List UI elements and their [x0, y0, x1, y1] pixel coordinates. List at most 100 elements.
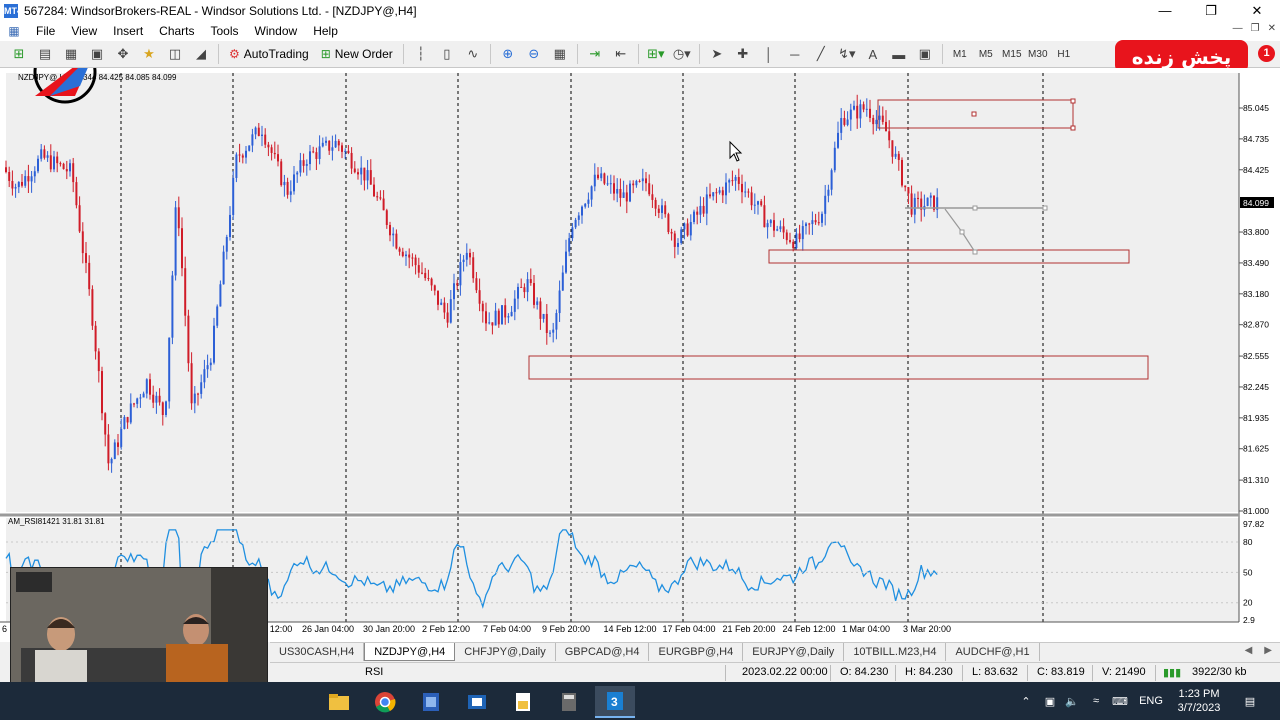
metatrader-icon[interactable]: 3 — [595, 686, 635, 718]
new-order-button[interactable]: ⊞ New Order — [317, 43, 397, 65]
autotrading-button[interactable]: ⚙ AutoTrading — [225, 43, 313, 65]
tab-eurjpy[interactable]: EURJPY@,Daily — [743, 643, 845, 661]
candle-body — [481, 303, 484, 312]
candle-body — [757, 201, 759, 205]
outlook-icon[interactable] — [457, 686, 497, 718]
tray-clock[interactable]: 1:23 PM 3/7/2023 — [1168, 682, 1230, 720]
shapes-icon[interactable]: ↯▾ — [836, 43, 858, 65]
minimize-icon[interactable]: — — [1142, 0, 1188, 21]
menu-charts[interactable]: Charts — [151, 21, 202, 41]
strategy-tester-icon[interactable]: ◢ — [190, 43, 212, 65]
autoscroll-icon[interactable]: ⇥ — [584, 43, 606, 65]
indicators-icon[interactable]: ⊞▾ — [645, 43, 667, 65]
menu-file[interactable]: File — [28, 21, 63, 41]
navigator-icon[interactable]: ▣ — [86, 43, 108, 65]
tray-wifi-icon[interactable]: ≈ — [1086, 682, 1106, 720]
candle-body — [392, 233, 395, 236]
tray-volume-icon[interactable]: 🔈 — [1062, 682, 1082, 720]
tab-audchf[interactable]: AUDCHF@,H1 — [946, 643, 1040, 661]
candlestick-icon[interactable]: ▯ — [436, 43, 458, 65]
trendline-icon[interactable]: ╱ — [810, 43, 832, 65]
tile-windows-icon[interactable]: ▦ — [549, 43, 571, 65]
candle-body — [270, 147, 273, 153]
text-label-icon[interactable]: ▣ — [914, 43, 936, 65]
profiles-icon[interactable]: ▤ — [34, 43, 56, 65]
notifications-icon[interactable]: ▤ — [1238, 682, 1262, 720]
tray-chevron-icon[interactable]: ⌃ — [1016, 682, 1036, 720]
menu-insert[interactable]: Insert — [105, 21, 151, 41]
vertical-line-icon[interactable]: │ — [758, 43, 780, 65]
tab-10tbill[interactable]: 10TBILL.M23,H4 — [844, 643, 947, 661]
line-handle[interactable] — [972, 205, 978, 211]
candle-body — [600, 173, 603, 179]
chart-shift-icon[interactable]: ⇤ — [610, 43, 632, 65]
tray-language[interactable]: ENG — [1136, 682, 1166, 720]
zone-handle[interactable] — [1070, 125, 1076, 131]
mdi-document-icon[interactable]: ▦ — [4, 23, 24, 39]
tab-scroll-left-icon[interactable]: ◀ — [1245, 645, 1253, 656]
bar-chart-icon[interactable]: ┆ — [410, 43, 432, 65]
line-handle[interactable] — [1042, 205, 1048, 211]
notification-badge[interactable]: 1 — [1258, 45, 1275, 62]
candle-body — [891, 140, 894, 157]
file-manager-icon[interactable] — [503, 686, 543, 718]
price-chart[interactable]: 85.045 84.735 84.425 83.800 83.490 83.180 82.8… — [0, 40, 1280, 642]
new-chart-icon[interactable]: ⊞ — [8, 43, 30, 65]
candle-body — [171, 275, 174, 338]
line-handle[interactable] — [972, 249, 978, 255]
menu-tools[interactable]: Tools — [203, 21, 247, 41]
zone-handle[interactable] — [1070, 98, 1076, 104]
horizontal-line-icon[interactable]: ─ — [784, 43, 806, 65]
label-tool-icon[interactable]: ▬ — [888, 43, 910, 65]
close-icon[interactable]: ✕ — [1234, 0, 1280, 21]
text-tool-icon[interactable]: A — [862, 43, 884, 65]
tab-us30cash[interactable]: US30CASH,H4 — [270, 643, 365, 661]
chrome-icon[interactable] — [365, 686, 405, 718]
timeframe-m5[interactable]: M5 — [973, 49, 999, 60]
line-chart-icon[interactable]: ∿ — [462, 43, 484, 65]
timeframe-m1[interactable]: M1 — [947, 49, 973, 60]
menu-help[interactable]: Help — [305, 21, 346, 41]
terminal-icon[interactable]: ◫ — [164, 43, 186, 65]
market-watch-icon[interactable]: ▦ — [60, 43, 82, 65]
candle-body — [382, 198, 385, 211]
timeframe-m30[interactable]: M30 — [1025, 49, 1051, 60]
crosshair-icon[interactable]: ✚ — [732, 43, 754, 65]
zoom-in-icon[interactable]: ⊕ — [497, 43, 519, 65]
candle-body — [840, 117, 843, 133]
zoom-out-icon[interactable]: ⊖ — [523, 43, 545, 65]
network-app-icon[interactable] — [411, 686, 451, 718]
candle-body — [277, 154, 279, 162]
line-handle[interactable] — [959, 229, 965, 235]
zone-handle[interactable] — [971, 111, 977, 117]
timeframe-m15[interactable]: M15 — [999, 49, 1025, 60]
tab-scroll-right-icon[interactable]: ▶ — [1264, 645, 1272, 656]
calculator-icon[interactable] — [549, 686, 589, 718]
periods-icon[interactable]: ◷▾ — [671, 43, 693, 65]
candle-body — [689, 221, 692, 236]
candle-body — [472, 257, 475, 279]
mdi-minimize-icon[interactable]: — — [1233, 23, 1243, 34]
tray-keyboard-icon[interactable]: ⌨ — [1108, 682, 1132, 720]
mdi-close-icon[interactable]: ✕ — [1268, 23, 1276, 34]
tab-chfjpy[interactable]: CHFJPY@,Daily — [455, 643, 556, 661]
cursor-icon[interactable]: ➤ — [706, 43, 728, 65]
mdi-restore-icon[interactable]: ❐ — [1251, 23, 1260, 34]
tray-network-icon[interactable]: ▣ — [1040, 682, 1060, 720]
menu-view[interactable]: View — [63, 21, 105, 41]
timeframe-h1[interactable]: H1 — [1051, 49, 1077, 60]
crosshair-move-icon[interactable]: ✥ — [112, 43, 134, 65]
status-divider — [1092, 665, 1093, 681]
tab-nzdjpy[interactable]: NZDJPY@,H4 — [364, 643, 456, 661]
candle-body — [709, 194, 711, 197]
menu-window[interactable]: Window — [247, 21, 306, 41]
candle-body — [305, 164, 308, 166]
chart-window[interactable]: 85.045 84.735 84.425 83.800 83.490 83.180 82.8… — [0, 40, 1280, 642]
file-explorer-icon[interactable] — [319, 686, 359, 718]
tab-gbpcad[interactable]: GBPCAD@,H4 — [556, 643, 650, 661]
tab-eurgbp[interactable]: EURGBP@,H4 — [649, 643, 744, 661]
candle-body — [603, 173, 606, 184]
restore-icon[interactable]: ❐ — [1188, 0, 1234, 21]
favorites-icon[interactable]: ★ — [138, 43, 160, 65]
candle-body — [609, 183, 612, 185]
